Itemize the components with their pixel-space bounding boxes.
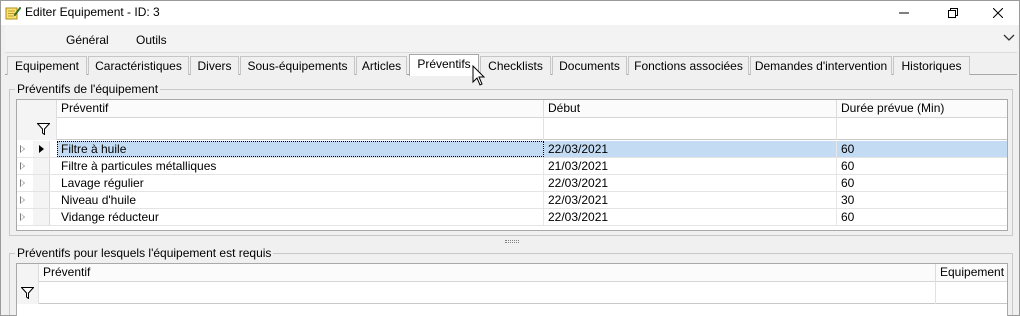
tab-fonctions-associees[interactable]: Fonctions associées [628,56,749,75]
title-bar: Editer Equipement - ID: 3 [1,1,1019,25]
expand-row-icon[interactable] [20,145,25,153]
cell-debut[interactable]: 21/03/2021 [544,158,837,174]
cell-duree[interactable]: 60 [837,175,1007,191]
preventifs-grid: Préventif Début Durée prévue (Min) Filtr… [16,99,1008,231]
menu-bar: Général Outils [5,25,1017,53]
group-preventifs-requis: Préventifs pour lesquels l'équipement es… [9,246,1013,316]
header-corner [17,264,39,282]
grid-header: Préventif Equipement [17,264,1007,282]
filter-input-preventif[interactable] [39,282,936,304]
row-selector[interactable] [33,175,50,191]
expand-row-icon[interactable] [20,213,25,221]
row-selector[interactable] [33,192,50,208]
menu-outils[interactable]: Outils [136,33,167,47]
tab-caracteristiques[interactable]: Caractéristiques [88,56,189,75]
table-row[interactable]: Lavage régulier 22/03/2021 60 [17,175,1007,192]
expand-row-icon[interactable] [20,162,25,170]
tab-articles[interactable]: Articles [356,56,407,75]
cell-preventif[interactable]: Niveau d'huile [57,192,544,208]
cell-preventif[interactable]: Lavage régulier [57,175,544,191]
expand-row-icon[interactable] [20,196,25,204]
cell-preventif[interactable]: Filtre à particules métalliques [57,158,544,174]
column-header-equipement[interactable]: Equipement [936,264,1007,282]
current-row-indicator-icon[interactable] [33,141,50,157]
notepad-pencil-icon [5,6,21,20]
close-button[interactable] [975,1,1020,25]
table-row[interactable]: Filtre à huile 22/03/2021 60 [17,141,1007,158]
group-title: Préventifs pour lesquels l'équipement es… [15,246,274,260]
row-selector[interactable] [33,158,50,174]
row-selector[interactable] [33,209,50,225]
cell-duree[interactable]: 60 [837,141,1007,157]
tab-preventifs[interactable]: Préventifs [409,54,479,76]
filter-input-equipement[interactable] [936,282,1007,304]
restore-button[interactable] [930,1,976,25]
minimize-icon [899,12,909,14]
preventifs-panel: Préventifs de l'équipement Préventif Déb… [5,75,1017,316]
cell-debut[interactable]: 22/03/2021 [544,175,837,191]
header-corner [17,100,57,118]
tab-equipement[interactable]: Equipement [7,56,87,75]
filter-input-duree[interactable] [837,118,1007,140]
tab-strip: Equipement Caractéristiques Divers Sous-… [5,54,1017,76]
mouse-pointer-icon [472,65,486,86]
splitter-grip[interactable] [505,240,519,243]
filter-input-preventif[interactable] [57,118,544,140]
tab-sous-equipements[interactable]: Sous-équipements [240,56,355,75]
cell-debut[interactable]: 22/03/2021 [544,192,837,208]
restore-icon [948,8,958,18]
group-preventifs-equipement: Préventifs de l'équipement Préventif Déb… [9,82,1013,236]
preventifs-requis-grid: Préventif Equipement [16,263,1008,316]
chevron-down-icon[interactable] [1003,33,1015,43]
tab-demandes-intervention[interactable]: Demandes d'intervention [750,56,892,75]
expand-row-icon[interactable] [20,179,25,187]
table-row[interactable]: Vidange réducteur 22/03/2021 60 [17,209,1007,226]
tab-divers[interactable]: Divers [190,56,239,75]
column-header-preventif[interactable]: Préventif [57,100,544,118]
tab-checklists[interactable]: Checklists [480,56,551,75]
filter-cell[interactable] [17,282,39,304]
cell-debut[interactable]: 22/03/2021 [544,141,837,157]
column-header-preventif[interactable]: Préventif [39,264,936,282]
table-row[interactable]: Filtre à particules métalliques 21/03/202… [17,158,1007,175]
filter-row [17,118,1007,140]
cell-preventif[interactable]: Vidange réducteur [57,209,544,225]
filter-icon[interactable] [37,123,50,135]
filter-input-debut[interactable] [544,118,837,140]
cell-duree[interactable]: 30 [837,192,1007,208]
filter-cell[interactable] [17,118,57,140]
table-row[interactable]: Niveau d'huile 22/03/2021 30 [17,192,1007,209]
group-title: Préventifs de l'équipement [15,82,161,96]
cell-duree[interactable]: 60 [837,209,1007,225]
minimize-button[interactable] [881,1,927,25]
filter-row [17,282,1007,304]
tab-historiques[interactable]: Historiques [893,56,970,75]
grid-header: Préventif Début Durée prévue (Min) [17,100,1007,118]
cell-duree[interactable]: 60 [837,158,1007,174]
edit-equipment-window: Editer Equipement - ID: 3 Général Outils… [0,0,1020,316]
filter-icon[interactable] [21,287,34,299]
window-title: Editer Equipement - ID: 3 [25,5,160,19]
menu-general[interactable]: Général [66,33,109,47]
tab-documents[interactable]: Documents [552,56,627,75]
column-header-debut[interactable]: Début [544,100,837,118]
cell-preventif[interactable]: Filtre à huile [57,141,544,157]
close-icon [993,8,1003,18]
column-header-duree[interactable]: Durée prévue (Min) [837,100,1007,118]
cell-debut[interactable]: 22/03/2021 [544,209,837,225]
